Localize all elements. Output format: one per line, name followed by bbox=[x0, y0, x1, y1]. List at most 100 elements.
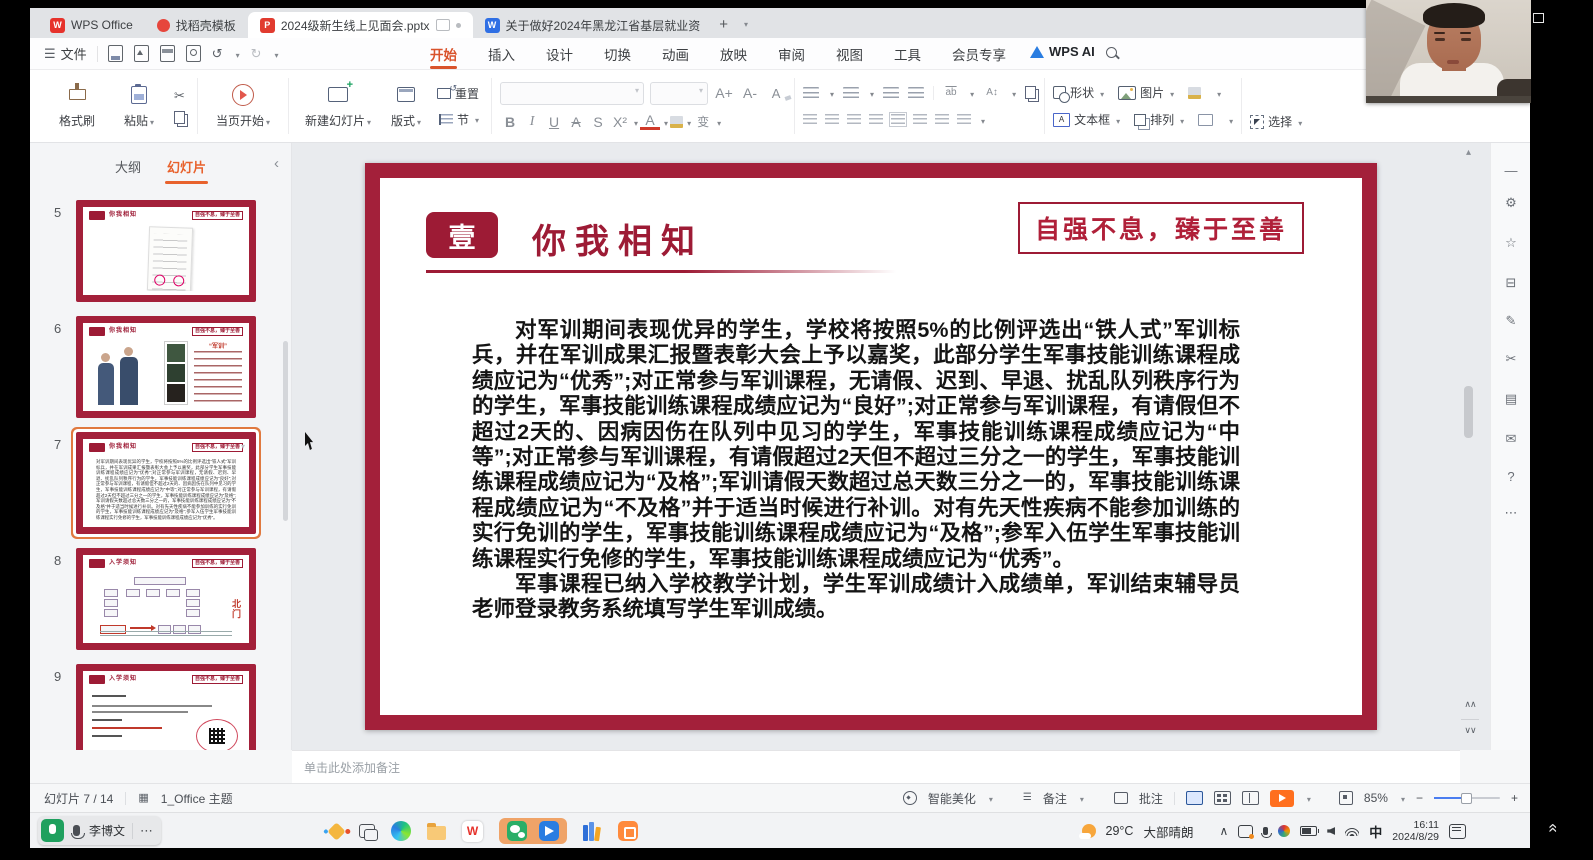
textbox-dropdown[interactable] bbox=[1114, 113, 1120, 127]
fit-window-button[interactable] bbox=[1339, 791, 1353, 805]
grow-font-button[interactable]: A+ bbox=[714, 85, 734, 101]
outline-dropdown[interactable] bbox=[1227, 111, 1233, 129]
tab-slideshow[interactable]: 放映 bbox=[718, 38, 749, 70]
favorites-icon[interactable]: ☆ bbox=[1491, 235, 1531, 251]
vertical-scrollbar-thumb[interactable] bbox=[1464, 386, 1473, 438]
slide-canvas[interactable]: 壹 你我相知 自强不息，臻于至善 对军训期间表现优异的学生，学校将按照5%的比例… bbox=[292, 143, 1490, 750]
window-restore-icon[interactable] bbox=[1533, 13, 1544, 23]
bullet-dropdown[interactable] bbox=[828, 84, 834, 102]
task-view-icon[interactable] bbox=[359, 824, 375, 838]
format-painter-button[interactable]: 格式刷 bbox=[46, 70, 108, 142]
strikethrough-button[interactable]: A bbox=[566, 114, 586, 130]
comments-toggle-button[interactable]: 批注 bbox=[1139, 790, 1163, 807]
new-slide-button[interactable]: 新建幻灯片 bbox=[297, 70, 379, 142]
play-dropdown[interactable] bbox=[264, 114, 270, 128]
screen-clip-tray-icon[interactable] bbox=[1238, 825, 1253, 838]
quickbar-more-dropdown[interactable] bbox=[273, 45, 279, 63]
select-button[interactable]: 选择 bbox=[1250, 113, 1302, 130]
zoom-in-button[interactable]: + bbox=[1511, 791, 1518, 805]
previous-slide-button[interactable]: ∧∧ bbox=[1459, 700, 1481, 708]
layout-dropdown[interactable] bbox=[415, 114, 421, 128]
increase-indent-icon[interactable] bbox=[908, 87, 924, 99]
reading-view-button[interactable] bbox=[1242, 791, 1259, 805]
shrink-font-button[interactable]: A- bbox=[740, 85, 760, 101]
picture-button[interactable]: 图片 bbox=[1118, 84, 1174, 101]
collapse-panel-icon[interactable]: ‹ bbox=[274, 155, 279, 172]
tray-expand-icon[interactable]: ∧ bbox=[1219, 824, 1228, 838]
paste-button[interactable]: 粘贴 bbox=[108, 70, 170, 142]
print-icon[interactable] bbox=[160, 45, 175, 62]
normal-view-button[interactable] bbox=[1186, 791, 1203, 805]
select-dropdown[interactable] bbox=[1296, 115, 1302, 129]
slide-body-textbox[interactable]: 对军训期间表现优异的学生，学校将按照5%的比例评选出“铁人式”军训标兵，并在军训… bbox=[472, 318, 1240, 623]
layers-icon[interactable]: ⊟ bbox=[1491, 275, 1531, 291]
arrange-dropdown[interactable] bbox=[1178, 113, 1184, 127]
copy-icon[interactable] bbox=[174, 111, 185, 124]
numbered-dropdown[interactable] bbox=[868, 84, 874, 102]
columns-icon[interactable] bbox=[935, 114, 949, 125]
zoom-out-button[interactable]: − bbox=[1416, 791, 1423, 805]
notes-bar[interactable]: 单击此处添加备注 bbox=[292, 750, 1460, 783]
paragraph-spacing-icon[interactable] bbox=[957, 114, 971, 125]
undo-icon[interactable]: ↺ bbox=[212, 47, 223, 60]
tab-docer-templates[interactable]: 找稻壳模板 bbox=[145, 12, 248, 38]
slide-thumbnail-8[interactable]: 入学须知 自强不息，臻于至善 北门 bbox=[76, 548, 256, 650]
tab-view[interactable]: 视图 bbox=[834, 38, 865, 70]
file-menu-button[interactable]: ☰ 文件 bbox=[44, 44, 87, 63]
theme-name[interactable]: 1_Office 主题 bbox=[161, 790, 233, 807]
cut-icon[interactable]: ✂ bbox=[174, 89, 185, 102]
tab-design[interactable]: 设计 bbox=[544, 38, 575, 70]
tab-transitions[interactable]: 切换 bbox=[602, 38, 633, 70]
export-icon[interactable] bbox=[134, 45, 149, 62]
tab-animations[interactable]: 动画 bbox=[660, 38, 691, 70]
textbox-button[interactable]: A文本框 bbox=[1053, 111, 1120, 128]
superscript-button[interactable]: X² bbox=[610, 114, 630, 130]
resources-icon[interactable]: ▤ bbox=[1491, 391, 1531, 407]
shapes-button[interactable]: 形状 bbox=[1053, 84, 1104, 101]
edge-browser-icon[interactable] bbox=[391, 821, 411, 841]
zoom-slider-thumb[interactable] bbox=[1461, 793, 1472, 804]
meeting-more-button[interactable]: ⋯ bbox=[132, 823, 153, 839]
font-size-select[interactable] bbox=[650, 82, 708, 105]
copilot-sparkle-icon[interactable] bbox=[327, 822, 345, 840]
battery-icon[interactable] bbox=[1300, 826, 1317, 836]
align-left-icon[interactable] bbox=[803, 114, 817, 125]
picture-dropdown[interactable] bbox=[1168, 86, 1174, 100]
search-icon[interactable] bbox=[1106, 47, 1117, 58]
play-from-page-button[interactable]: 当页开始 bbox=[206, 70, 280, 142]
zoom-level[interactable]: 85% bbox=[1364, 791, 1388, 805]
smart-beautify-button[interactable]: 智能美化 bbox=[928, 790, 976, 807]
redo-icon[interactable]: ↻ bbox=[251, 47, 262, 60]
section-dropdown[interactable] bbox=[473, 112, 479, 126]
layout-button[interactable]: 版式 bbox=[379, 70, 433, 142]
outline-style-icon[interactable] bbox=[1198, 114, 1213, 126]
messenger-app-icon[interactable] bbox=[539, 821, 559, 841]
microphone-icon[interactable] bbox=[73, 825, 80, 836]
clip-tool-icon[interactable]: ✂ bbox=[1491, 351, 1531, 367]
meeting-floating-bar[interactable]: 李博文 ⋯ bbox=[38, 816, 161, 845]
paragraph-settings-icon[interactable] bbox=[1025, 86, 1036, 99]
bold-button[interactable]: B bbox=[500, 114, 520, 130]
decrease-indent-icon[interactable] bbox=[883, 87, 899, 99]
wifi-icon[interactable] bbox=[1345, 827, 1359, 836]
font-color-dropdown[interactable] bbox=[662, 113, 668, 131]
fill-color-icon[interactable] bbox=[1188, 87, 1201, 99]
next-slide-button[interactable]: ∨∨ bbox=[1459, 726, 1481, 734]
wps-taskbar-icon[interactable]: W bbox=[462, 821, 483, 842]
text-direction-icon[interactable] bbox=[913, 114, 927, 125]
phonetic-dropdown[interactable] bbox=[968, 84, 974, 102]
font-family-select[interactable] bbox=[500, 82, 644, 105]
slide-sorter-view-button[interactable] bbox=[1214, 791, 1231, 805]
notes-dropdown[interactable] bbox=[1078, 791, 1084, 805]
notes-toggle-button[interactable]: 备注 bbox=[1043, 790, 1067, 807]
reset-button[interactable]: 重置 bbox=[437, 85, 479, 102]
text-effect-dropdown[interactable] bbox=[715, 113, 721, 131]
mic-tray-icon[interactable] bbox=[1263, 827, 1268, 835]
new-slide-dropdown[interactable] bbox=[365, 114, 371, 128]
properties-icon[interactable]: ⚙ bbox=[1491, 195, 1531, 211]
tab-word-document[interactable]: W 关于做好2024年黑龙江省基层就业资 bbox=[473, 12, 713, 38]
theme-dice-icon[interactable]: ▦ bbox=[138, 793, 148, 804]
clear-format-button[interactable]: A bbox=[766, 86, 786, 101]
clock[interactable]: 16:11 2024/8/29 bbox=[1392, 819, 1439, 843]
color-app-tray-icon[interactable] bbox=[1278, 825, 1290, 837]
